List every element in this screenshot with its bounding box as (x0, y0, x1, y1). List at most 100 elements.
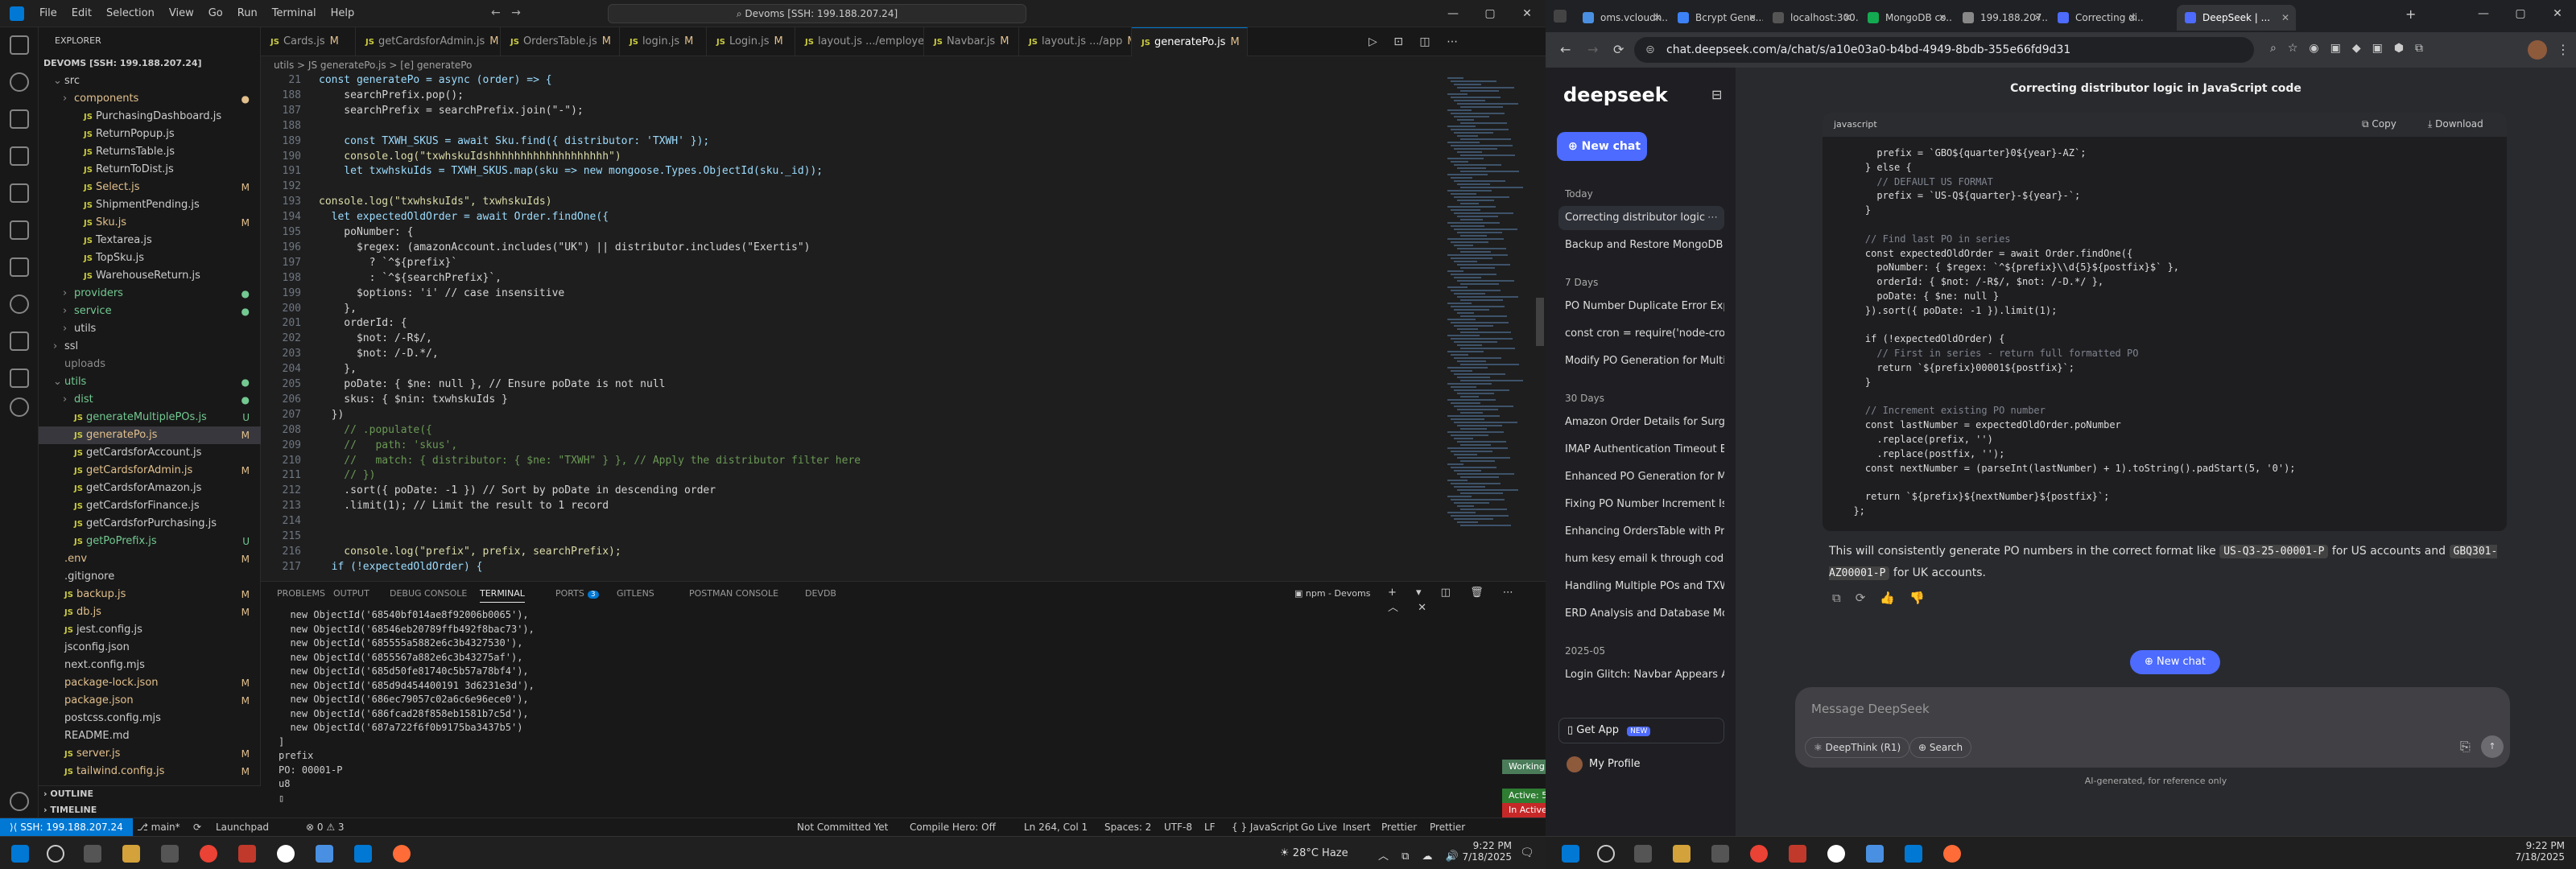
windows-start-icon[interactable] (1562, 845, 1579, 863)
tray-icons[interactable]: ︿ ⧉ ☁ 🔊 (1378, 847, 1463, 863)
status-toast[interactable]: Working Status: Active (1502, 760, 1546, 774)
file-item[interactable]: JS getCardsforAccount.js (39, 444, 261, 462)
menu-help[interactable]: Help (324, 0, 362, 27)
remote-indicator[interactable]: ⟩⟨ SSH: 199.188.207.24 (0, 818, 133, 836)
status-item[interactable]: LF (1204, 818, 1216, 836)
extensions-icon[interactable] (10, 183, 29, 203)
close-tab-icon[interactable]: ✕ (2033, 5, 2041, 31)
close-tab-icon[interactable]: ✕ (1843, 5, 1852, 31)
source-control-icon[interactable] (10, 109, 29, 129)
status-item[interactable]: Insert (1343, 818, 1370, 836)
panel-tab-devdb[interactable]: DEVDB (805, 588, 836, 599)
reload-icon[interactable]: ⟳ (1613, 42, 1624, 57)
file-explorer-icon[interactable] (1673, 845, 1690, 863)
status-item[interactable]: Spaces: 2 (1104, 818, 1151, 836)
file-item[interactable]: JS ReturnToDist.js (39, 161, 261, 179)
file-item[interactable]: jsconfig.json (39, 639, 261, 657)
file-item[interactable]: JS generatePo.js M (39, 426, 261, 444)
terminal-selector[interactable]: ▣ npm - Devoms (1294, 588, 1370, 599)
send-button[interactable]: ↑ (2481, 735, 2504, 758)
browser-tab[interactable]: Bcrypt Gene... ✕ (1670, 5, 1763, 31)
status-item[interactable]: UTF-8 (1164, 818, 1192, 836)
back-icon[interactable]: ← (1560, 42, 1571, 57)
file-item[interactable]: JS getCardsforPurchasing.js (39, 515, 261, 533)
file-item[interactable]: JS getCardsforFinance.js (39, 497, 261, 515)
folder-item[interactable]: ⌄ utils ● (39, 373, 261, 391)
file-item[interactable]: README.md (39, 727, 261, 745)
copy-button[interactable]: ⧉ Copy (2362, 118, 2396, 130)
command-center[interactable]: ⌕ Devoms [SSH: 199.188.207.24] (608, 4, 1026, 23)
more-options-icon[interactable]: ⋯ (1707, 206, 1718, 230)
file-item[interactable]: JS db.js M (39, 603, 261, 621)
new-chat-floating-button[interactable]: ⊕ New chat (2130, 650, 2220, 674)
close-tab-icon[interactable]: ✕ (2128, 5, 2136, 31)
file-item[interactable]: JS ShipmentPending.js (39, 196, 261, 214)
branch-status[interactable]: ⎇ main* (137, 818, 180, 836)
chrome-icon[interactable] (1750, 845, 1768, 863)
problems-status[interactable]: ⊗ 0 ⚠ 3 (306, 818, 345, 836)
editor-tab[interactable]: JS Cards.js M (261, 27, 356, 56)
history-item[interactable]: IMAP Authentication Timeout Er (1558, 438, 1724, 462)
kebab-menu-icon[interactable]: ⋮ (2557, 42, 2570, 57)
file-item[interactable]: .env M (39, 550, 261, 568)
minimap[interactable] (1444, 72, 1533, 579)
app-icon[interactable] (1866, 845, 1884, 863)
file-item[interactable]: JS WarehouseReturn.js (39, 267, 261, 285)
file-item[interactable]: postcss.config.mjs (39, 710, 261, 727)
browser-tab[interactable]: MongoDB co... ✕ (1860, 5, 1953, 31)
history-item[interactable]: Amazon Order Details for Surge (1558, 410, 1724, 434)
file-item[interactable]: JS jest.config.js (39, 621, 261, 639)
editor-scrollbar[interactable] (1534, 72, 1546, 579)
history-item[interactable]: PO Number Duplicate Error Expl (1558, 294, 1724, 319)
panel-tab-gitlens[interactable]: GITLENS (617, 588, 654, 599)
file-item[interactable]: JS backup.js M (39, 586, 261, 603)
deepthink-toggle[interactable]: ⚛ DeepThink (R1) (1805, 737, 1910, 758)
outline-header[interactable]: › OUTLINE (39, 786, 261, 802)
folder-item[interactable]: ⌄ src (39, 72, 261, 90)
postman-icon[interactable] (393, 845, 411, 863)
search-icon[interactable] (10, 72, 29, 92)
forward-icon[interactable]: → (1587, 42, 1598, 57)
editor-tab[interactable]: JS OrdersTable.js M (501, 27, 620, 56)
history-item[interactable]: ERD Analysis and Database Mod (1558, 602, 1724, 626)
panel-actions[interactable]: + ▾ ◫ 🗑 ⋯ ︿ ✕ (1388, 587, 1546, 614)
app-icon[interactable] (316, 845, 333, 863)
account-icon[interactable] (10, 397, 29, 417)
menu-view[interactable]: View (162, 0, 201, 27)
file-item[interactable]: package-lock.json M (39, 674, 261, 692)
file-item[interactable]: JS ReturnPopup.js (39, 126, 261, 143)
menu-run[interactable]: Run (230, 0, 265, 27)
panel-tab-terminal[interactable]: TERMINAL (480, 588, 525, 603)
editor-tab[interactable]: JS Navbar.js M (924, 27, 1019, 56)
history-item[interactable]: hum kesy email k through code (1558, 547, 1724, 571)
panel-tab-problems[interactable]: PROBLEMS (277, 588, 325, 599)
editor-tab[interactable]: JS generatePo.js M (1132, 27, 1248, 56)
close-window-icon[interactable]: ✕ (1509, 0, 1546, 27)
taskbar-search-icon[interactable] (47, 845, 64, 863)
postman-icon[interactable] (10, 369, 29, 388)
timeline-header[interactable]: › TIMELINE (39, 802, 261, 818)
folder-item[interactable]: › utils (39, 320, 261, 338)
database-icon[interactable] (10, 332, 29, 351)
store-icon[interactable] (1711, 845, 1729, 863)
file-item[interactable]: JS tailwind.config.js M (39, 763, 261, 780)
settings-gear-icon[interactable] (10, 792, 29, 811)
browser-tab[interactable]: DeepSeek | ... ✕ (2177, 5, 2296, 31)
history-item[interactable]: Backup and Restore MongoDB D (1558, 233, 1724, 257)
notification-icon[interactable]: 🗨 (1520, 846, 1534, 859)
taskbar-search-icon[interactable] (1597, 845, 1615, 863)
clock[interactable]: 9:22 PM 7/18/2025 (1455, 840, 1512, 863)
editor-actions[interactable]: ▷ ⊡ ◫ ⋯ (1368, 35, 1464, 48)
file-item[interactable]: JS server.js M (39, 745, 261, 763)
file-item[interactable]: JS Textarea.js (39, 232, 261, 249)
history-item[interactable]: Login Glitch: Navbar Appears Af (1558, 663, 1724, 687)
panel-tab-postman-console[interactable]: POSTMAN CONSOLE (689, 588, 778, 599)
status-item[interactable]: Compile Hero: Off (910, 818, 996, 836)
close-tab-icon[interactable]: ✕ (2281, 5, 2289, 31)
editor-tab[interactable]: JSlayout.js .../appM (1019, 27, 1132, 56)
app-icon[interactable] (1789, 845, 1806, 863)
remote-explorer-icon[interactable] (10, 220, 29, 240)
files-icon[interactable] (10, 35, 29, 55)
chrome-icon[interactable] (200, 845, 217, 863)
folder-item[interactable]: › components ● (39, 90, 261, 108)
